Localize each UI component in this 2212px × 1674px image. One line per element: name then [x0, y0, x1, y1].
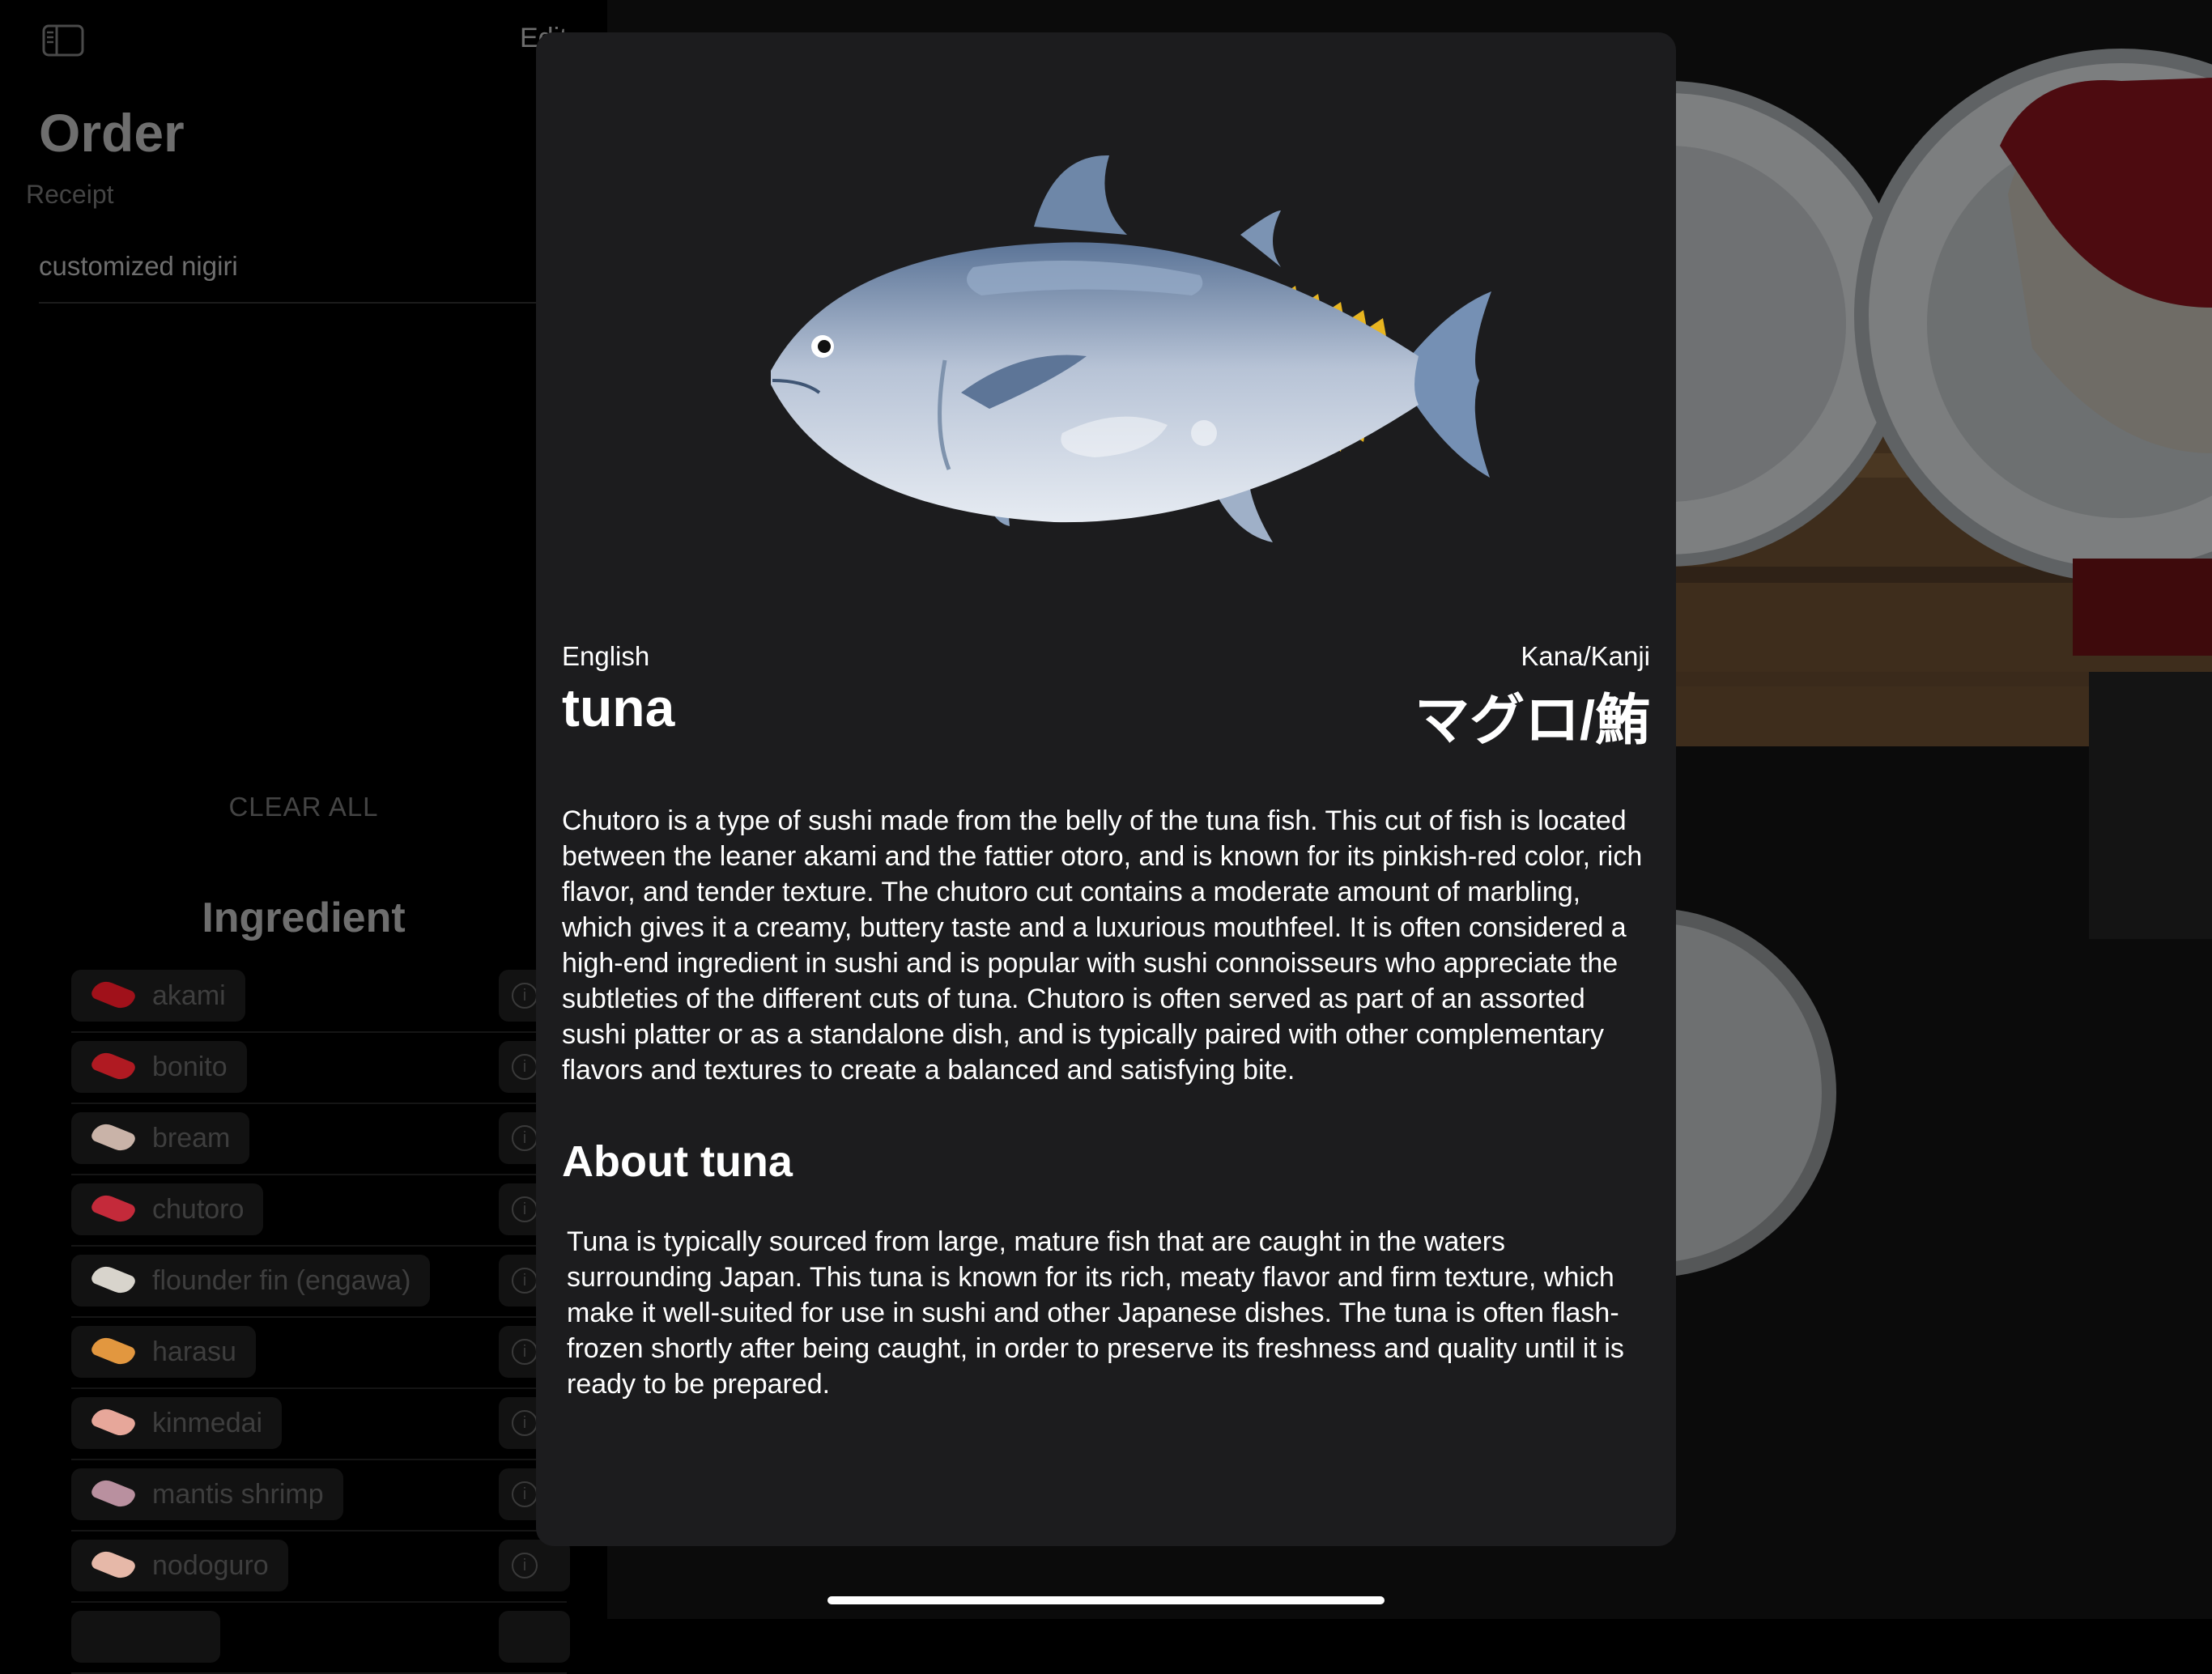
- sushi-icon: [90, 1120, 137, 1155]
- ingredient-label: bonito: [152, 1052, 228, 1082]
- sidebar-toggle-icon[interactable]: [42, 24, 84, 61]
- info-icon: i: [512, 1553, 538, 1578]
- ingredient-button[interactable]: kinmedai: [71, 1397, 283, 1449]
- ingredient-row-more: [71, 1601, 570, 1674]
- english-label: English: [562, 641, 650, 671]
- ingredient-button[interactable]: bonito: [71, 1041, 247, 1093]
- ingredient-row-akami: akami i: [71, 960, 570, 1033]
- clear-all-button[interactable]: CLEAR ALL: [0, 792, 607, 822]
- tuna-illustration-icon: [714, 113, 1491, 567]
- sushi-icon: [90, 1262, 137, 1298]
- info-icon: i: [512, 1125, 538, 1151]
- ingredient-button[interactable]: nodoguro: [71, 1540, 288, 1591]
- ingredient-label: kinmedai: [152, 1408, 263, 1438]
- info-icon: i: [512, 1268, 538, 1294]
- ingredient-row-harasu: harasu i: [71, 1316, 570, 1389]
- ingredient-label: chutoro: [152, 1194, 245, 1225]
- home-indicator[interactable]: [827, 1596, 1385, 1604]
- ingredient-row-bonito: bonito i: [71, 1031, 570, 1104]
- ingredient-button[interactable]: akami: [71, 970, 245, 1022]
- sushi-icon: [90, 1048, 137, 1084]
- sushi-icon: [90, 1191, 137, 1226]
- ingredient-description: Chutoro is a type of sushi made from the…: [562, 805, 1643, 1086]
- ingredient-label: bream: [152, 1123, 231, 1154]
- sushi-icon: [90, 977, 137, 1013]
- ingredient-button[interactable]: flounder fin (engawa): [71, 1255, 431, 1306]
- sidebar: Edit Order Receipt customized nigiri CLE…: [0, 0, 607, 1674]
- sushi-icon: [90, 1404, 137, 1440]
- info-icon: i: [512, 1410, 538, 1436]
- ingredient-label: flounder fin (engawa): [152, 1265, 411, 1296]
- ingredient-row-bream: bream i: [71, 1103, 570, 1175]
- ingredient-row-kinmedai: kinmedai i: [71, 1387, 570, 1460]
- info-button[interactable]: i: [499, 1540, 570, 1591]
- info-icon: i: [512, 1196, 538, 1222]
- ingredient-row-nodoguro: nodoguro i: [71, 1530, 570, 1603]
- ingredient-button[interactable]: mantis shrimp: [71, 1468, 343, 1520]
- ingredient-button[interactable]: chutoro: [71, 1183, 264, 1235]
- info-icon: i: [512, 1481, 538, 1507]
- kana-kanji-name: マグロ/鮪: [1414, 690, 1650, 751]
- receipt-item[interactable]: customized nigiri: [39, 251, 238, 282]
- ingredient-row-engawa: flounder fin (engawa) i: [71, 1245, 570, 1318]
- sushi-icon: [90, 1333, 137, 1369]
- sushi-icon: [90, 1547, 137, 1583]
- info-icon: i: [512, 983, 538, 1009]
- ingredient-row-mantis-shrimp: mantis shrimp i: [71, 1459, 570, 1532]
- ingredient-row-chutoro: chutoro i: [71, 1174, 570, 1247]
- ingredient-button[interactable]: harasu: [71, 1326, 256, 1378]
- about-text: Tuna is typically sourced from large, ma…: [567, 1226, 1624, 1400]
- receipt-label: Receipt: [26, 180, 114, 209]
- divider: [39, 302, 606, 304]
- info-icon: i: [512, 1339, 538, 1365]
- ingredient-title: Ingredient: [202, 894, 406, 941]
- ingredient-button[interactable]: bream: [71, 1112, 250, 1164]
- sushi-icon: [90, 1476, 137, 1511]
- info-icon: i: [512, 1054, 538, 1080]
- ingredient-detail-sheet: English tuna Kana/Kanji マグロ/鮪 Chutoro is…: [536, 32, 1676, 1546]
- ingredient-label: akami: [152, 980, 226, 1011]
- about-heading: About tuna: [562, 1137, 793, 1186]
- order-title: Order: [39, 103, 185, 163]
- ingredient-label: mantis shrimp: [152, 1479, 324, 1510]
- ingredient-label: nodoguro: [152, 1550, 269, 1581]
- english-name: tuna: [562, 678, 675, 737]
- kana-kanji-label: Kana/Kanji: [1521, 641, 1650, 671]
- ingredient-label: harasu: [152, 1336, 236, 1367]
